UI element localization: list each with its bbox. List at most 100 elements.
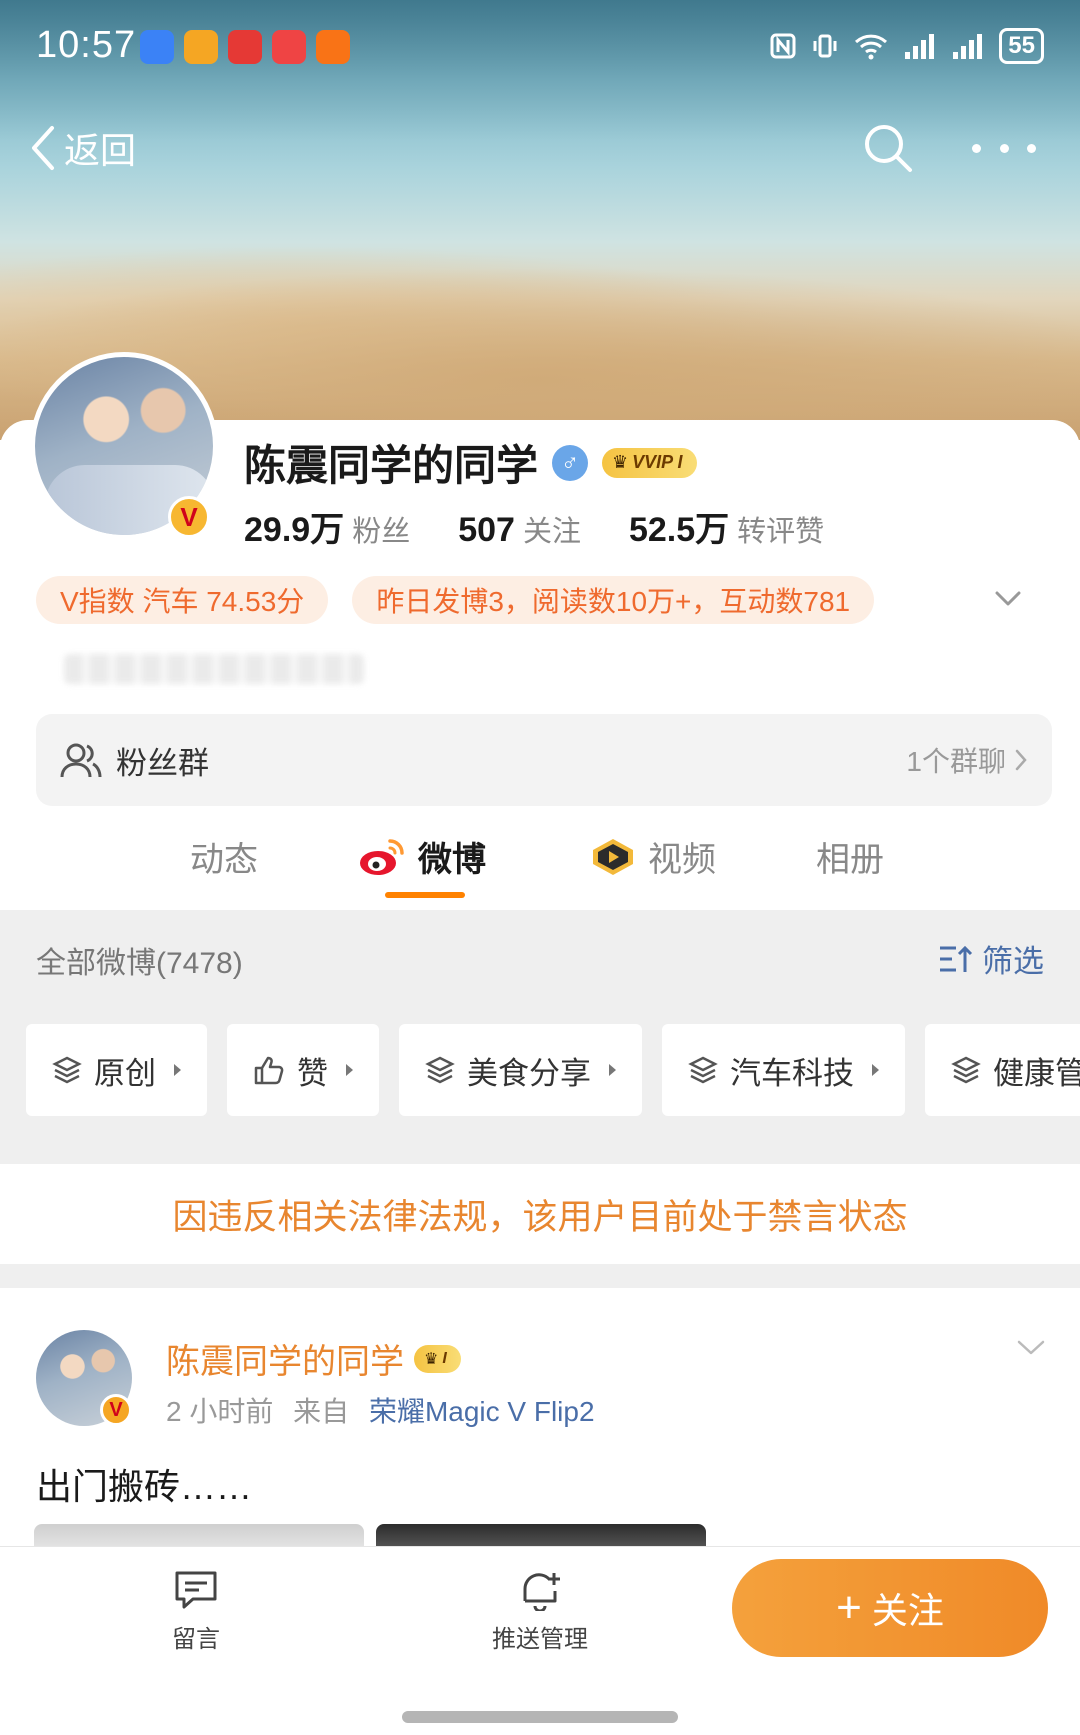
chip-label: 健康管 [993, 1055, 1080, 1091]
notification-icons [140, 30, 350, 64]
filter-button[interactable]: 筛选 [938, 936, 1044, 981]
all-weibo-count: 全部微博(7478) [36, 947, 243, 980]
stat-following[interactable]: 507 关注 [458, 508, 581, 550]
profile-name-row: 陈震同学的同学 ♂ ♛ VVIP I [244, 432, 697, 493]
active-tab-indicator [385, 892, 465, 898]
video-app-icon [272, 30, 306, 64]
back-button[interactable]: 返回 [28, 122, 136, 174]
home-indicator[interactable] [402, 1711, 678, 1723]
fans-group-row[interactable]: 粉丝群 1个群聊 [36, 714, 1052, 806]
layers-icon [951, 1056, 981, 1084]
stat-followers[interactable]: 29.9万 粉丝 [244, 502, 410, 551]
thumbs-up-icon [254, 1056, 284, 1085]
post-image[interactable] [376, 1524, 706, 1548]
tab-weibo[interactable]: 微博 [358, 832, 486, 881]
chevron-left-icon [32, 126, 54, 170]
vvip-badge[interactable]: ♛ VVIP I [602, 447, 697, 478]
chip-liked[interactable]: 赞 [227, 1024, 379, 1116]
profile-tags: V指数 汽车 74.53分 昨日发博3，阅读数10万+，互动数781 [36, 576, 875, 624]
chip-label: 汽车科技 [730, 1055, 854, 1091]
group-icon [60, 743, 102, 778]
follow-button[interactable]: + 关注 [732, 1559, 1048, 1657]
plus-icon: + [836, 1583, 862, 1632]
caret-right-icon [174, 1064, 181, 1076]
v-index-tag[interactable]: V指数 汽车 74.53分 [36, 576, 329, 624]
chip-original[interactable]: 原创 [26, 1024, 207, 1116]
bell-plus-icon [523, 1573, 560, 1611]
push-label: 推送管理 [492, 1626, 588, 1653]
tab-feed[interactable]: 动态 [190, 832, 258, 881]
post-meta: 2 小时前 来自 荣耀Magic V Flip2 [166, 1390, 595, 1430]
tab-label: 相册 [816, 841, 884, 879]
chevron-down-icon[interactable] [994, 584, 1022, 612]
stat-value: 507 [458, 511, 515, 549]
chip-health[interactable]: 健康管 [925, 1024, 1080, 1116]
activity-tag[interactable]: 昨日发博3，阅读数10万+，互动数781 [352, 576, 875, 624]
nfc-icon [770, 33, 796, 59]
status-time: 10:57 [36, 24, 137, 66]
message-label: 留言 [172, 1626, 220, 1653]
verified-badge-icon: V [168, 496, 210, 538]
chip-food[interactable]: 美食分享 [399, 1024, 642, 1116]
chip-label: 赞 [297, 1055, 328, 1091]
signal-icon [905, 34, 935, 59]
post-vip-badge[interactable]: ♛ I [414, 1344, 461, 1373]
tab-album[interactable]: 相册 [816, 832, 884, 881]
chip-label: 美食分享 [467, 1055, 591, 1091]
caret-right-icon [346, 1064, 353, 1076]
chip-auto-tech[interactable]: 汽车科技 [662, 1024, 905, 1116]
tab-label: 动态 [190, 841, 258, 879]
message-app-icon [140, 30, 174, 64]
bank-app-icon [228, 30, 262, 64]
filter-label: 筛选 [982, 944, 1044, 979]
male-gender-icon: ♂ [552, 444, 589, 481]
stat-value: 52.5万 [628, 511, 730, 549]
game-app-icon [316, 30, 350, 64]
post-image[interactable] [34, 1524, 364, 1548]
battery-indicator: 55 [999, 28, 1044, 64]
stat-label: 转评赞 [737, 516, 825, 548]
chevron-down-icon[interactable] [1016, 1332, 1046, 1362]
message-button[interactable]: 留言 [172, 1569, 220, 1654]
stat-label: 粉丝 [352, 516, 411, 548]
tab-label: 视频 [648, 841, 716, 879]
post-author-name[interactable]: 陈震同学的同学 [166, 1334, 404, 1383]
post-card[interactable]: 陈震同学的同学 ♛ I 2 小时前 来自 荣耀Magic V Flip2 出门搬… [0, 1288, 1080, 1548]
profile-stats: 29.9万 粉丝 507 关注 52.5万 转评赞 [244, 502, 824, 551]
fans-group-count-text: 1个群聊 [906, 746, 1006, 777]
verified-badge-icon: V [100, 1394, 132, 1426]
fans-group-label: 粉丝群 [116, 745, 209, 781]
stat-label: 关注 [522, 516, 581, 548]
search-icon[interactable] [862, 122, 914, 174]
caret-right-icon [872, 1064, 879, 1076]
crown-icon: ♛ [424, 1350, 439, 1368]
layers-icon [425, 1056, 455, 1084]
back-label: 返回 [64, 130, 137, 171]
caret-right-icon [609, 1064, 616, 1076]
layers-icon [688, 1056, 718, 1084]
more-options-button[interactable] [972, 122, 1036, 174]
post-text: 出门搬砖…… [36, 1466, 253, 1507]
post-device[interactable]: 荣耀Magic V Flip2 [369, 1396, 595, 1427]
dot-icon [972, 143, 981, 153]
status-bar: 10:57 55 [0, 0, 1080, 96]
filter-icon [940, 945, 973, 972]
section-divider [0, 1264, 1080, 1288]
vvip-label: VVIP I [632, 452, 683, 472]
chip-label: 原创 [94, 1055, 156, 1091]
stat-interactions[interactable]: 52.5万 转评赞 [629, 502, 824, 551]
system-icons: 55 [769, 28, 1044, 64]
crown-icon: ♛ [612, 452, 629, 472]
post-source-prefix: 来自 [293, 1396, 350, 1427]
stat-value: 29.9万 [244, 511, 345, 549]
profile-name: 陈震同学的同学 [244, 442, 539, 489]
blurred-bio [64, 654, 364, 684]
push-settings-button[interactable]: 推送管理 [492, 1569, 588, 1654]
video-play-icon [593, 838, 633, 875]
vibrate-icon [813, 34, 837, 58]
layers-icon [52, 1056, 82, 1084]
message-icon [175, 1571, 217, 1609]
tab-video[interactable]: 视频 [590, 832, 716, 881]
post-author-row: 陈震同学的同学 ♛ I [166, 1334, 461, 1383]
dot-icon [999, 143, 1009, 153]
